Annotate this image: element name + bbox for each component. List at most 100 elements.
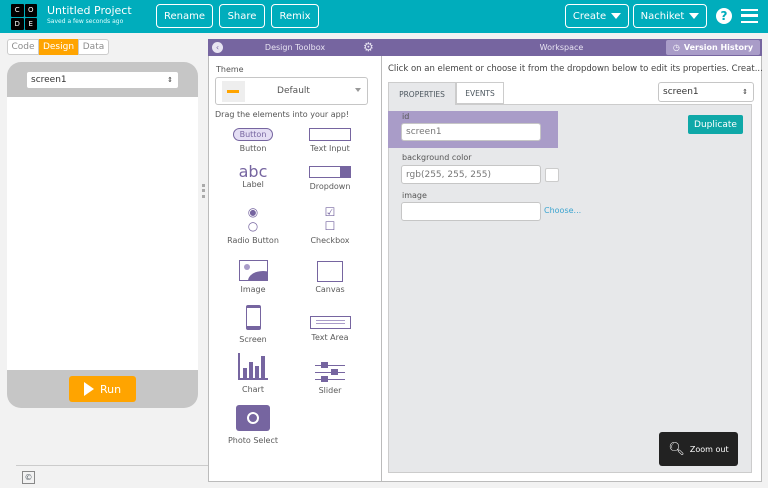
chart-icon: [238, 353, 268, 380]
tool-label: Radio Button: [227, 236, 279, 245]
duplicate-button[interactable]: Duplicate: [688, 115, 743, 134]
run-button[interactable]: Run: [69, 376, 136, 402]
remix-button[interactable]: Remix: [271, 4, 319, 28]
magnifier-icon: 🔍︎: [668, 441, 685, 457]
workspace-instructions: Click on an element or choose it from th…: [388, 64, 763, 74]
button-icon: Button: [233, 128, 273, 141]
radio-icon: ◉ ○: [247, 205, 259, 233]
background-color-input[interactable]: rgb(255, 255, 255): [401, 165, 541, 184]
project-title[interactable]: Untitled Project: [47, 4, 132, 17]
choose-image-link[interactable]: Choose...: [544, 206, 581, 215]
create-dropdown[interactable]: Create: [565, 4, 629, 28]
tool-checkbox[interactable]: ☑ ☐ Checkbox: [295, 205, 365, 245]
share-button[interactable]: Share: [219, 4, 265, 28]
clock-icon: ◷: [672, 43, 680, 52]
caret-down-icon: [611, 13, 622, 19]
caret-down-icon: [689, 13, 700, 19]
tool-dropdown[interactable]: Dropdown: [295, 166, 365, 191]
version-history-label: Version History: [683, 43, 754, 52]
zoom-out-button[interactable]: 🔍︎ Zoom out: [659, 432, 738, 466]
theme-value: Default: [277, 86, 310, 96]
tab-code[interactable]: Code: [7, 39, 39, 55]
toolbox-title: Design Toolbox: [264, 43, 326, 52]
tool-label: Label: [242, 180, 264, 189]
tool-label[interactable]: abc Label: [218, 163, 288, 189]
toolbox-header: Design Toolbox: [208, 39, 382, 56]
text-input-icon: [309, 128, 351, 141]
tool-chart[interactable]: Chart: [218, 353, 288, 394]
user-name: Nachiket: [640, 10, 685, 22]
app-screen[interactable]: [7, 97, 198, 370]
workspace-title: Workspace: [539, 43, 584, 52]
run-label: Run: [99, 382, 122, 396]
rename-button[interactable]: Rename: [156, 4, 213, 28]
id-label: id: [402, 112, 410, 121]
caret-down-icon: [355, 88, 361, 92]
screen-select[interactable]: screen1 ⇕: [26, 71, 179, 89]
tool-label: Screen: [239, 335, 267, 344]
tab-properties[interactable]: PROPERTIES: [388, 82, 456, 105]
tool-radio-button[interactable]: ◉ ○ Radio Button: [218, 205, 288, 245]
element-select[interactable]: screen1 ⇕: [658, 82, 754, 102]
image-input[interactable]: [401, 202, 541, 221]
select-arrows-icon: ⇕: [742, 88, 748, 96]
image-label: image: [402, 191, 427, 200]
logo-letter: D: [11, 17, 24, 30]
tool-label: Text Area: [311, 333, 349, 342]
create-label: Create: [572, 10, 607, 22]
tab-data[interactable]: Data: [78, 39, 109, 55]
screen-icon: [245, 305, 261, 330]
color-swatch[interactable]: [545, 168, 559, 182]
tool-image[interactable]: Image: [218, 260, 288, 294]
saved-status: Saved a few seconds ago: [47, 18, 124, 25]
tool-text-input[interactable]: Text Input: [295, 128, 365, 153]
theme-label: Theme: [216, 65, 244, 74]
theme-thumbnail: [222, 81, 245, 102]
tab-events[interactable]: EVENTS: [456, 82, 504, 104]
select-arrows-icon: ⇕: [167, 76, 173, 84]
tool-text-area[interactable]: Text Area: [295, 316, 365, 342]
top-header: C O D E Untitled Project Saved a few sec…: [0, 0, 768, 33]
tool-button[interactable]: Button Button: [218, 128, 288, 153]
logo-letter: C: [11, 4, 24, 17]
label-icon: abc: [238, 162, 268, 181]
element-select-value: screen1: [663, 87, 699, 97]
user-dropdown[interactable]: Nachiket: [633, 4, 707, 28]
footer-bar: ©: [16, 465, 208, 488]
screen-select-value: screen1: [31, 75, 67, 85]
logo-letter: O: [24, 4, 37, 17]
code-org-logo[interactable]: C O D E: [11, 4, 37, 30]
collapse-toolbox-icon[interactable]: ‹: [212, 42, 223, 53]
tool-label: Photo Select: [227, 436, 279, 445]
tool-screen[interactable]: Screen: [218, 305, 288, 344]
version-history-button[interactable]: ◷ Version History: [666, 40, 760, 55]
tool-label: Slider: [318, 386, 342, 395]
checkbox-icon: ☑ ☐: [324, 205, 336, 233]
background-color-label: background color: [402, 153, 472, 162]
toolbox-hint: Drag the elements into your app!: [215, 110, 350, 119]
canvas-icon: [317, 261, 343, 282]
gear-icon[interactable]: ⚙: [363, 40, 374, 54]
tool-label: Checkbox: [310, 236, 350, 245]
help-icon[interactable]: ?: [716, 8, 732, 24]
play-icon: [83, 382, 94, 396]
tool-label: Image: [240, 285, 266, 294]
tool-label: Dropdown: [309, 182, 351, 191]
theme-select[interactable]: Default: [215, 77, 368, 105]
image-icon: [238, 260, 268, 281]
tool-canvas[interactable]: Canvas: [295, 257, 365, 294]
tool-photo-select[interactable]: Photo Select: [218, 405, 288, 445]
hamburger-menu-icon[interactable]: [741, 9, 758, 23]
resize-handle[interactable]: [202, 184, 205, 198]
zoom-out-label: Zoom out: [689, 444, 729, 454]
app-preview-frame: screen1 ⇕ Run: [7, 62, 198, 408]
tool-slider[interactable]: Slider: [295, 362, 365, 395]
copyright-button[interactable]: ©: [22, 471, 35, 484]
tab-design[interactable]: Design: [39, 39, 78, 55]
tool-label: Button: [239, 144, 267, 153]
id-input[interactable]: screen1: [401, 123, 541, 141]
camera-icon: [236, 405, 270, 431]
dropdown-icon: [309, 166, 351, 178]
slider-icon: [315, 362, 345, 382]
tool-label: Text Input: [310, 144, 350, 153]
